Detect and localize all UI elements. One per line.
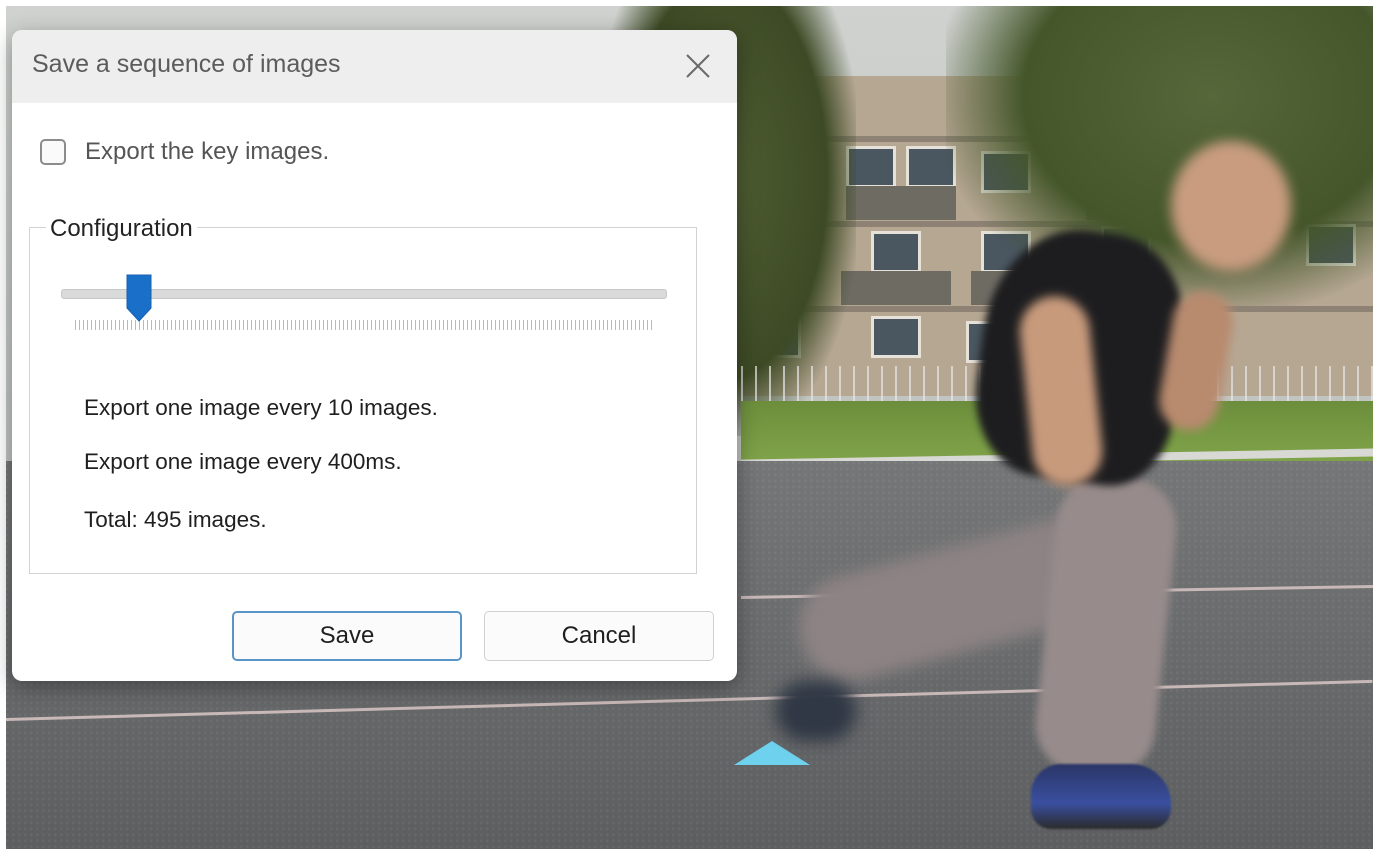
runner [776,681,856,741]
save-button[interactable]: Save [232,611,462,661]
interval-slider[interactable] [61,272,667,332]
slider-thumb[interactable] [126,274,152,324]
slider-ticks [75,320,653,330]
interval-time-text: Export one image every 400ms. [84,449,402,474]
interval-images-text: Export one image every 10 images. [84,395,438,420]
cancel-button[interactable]: Cancel [484,611,714,661]
configuration-legend: Configuration [46,215,197,243]
marker-cone [734,741,810,765]
save-sequence-dialog: Save a sequence of images Export the key… [12,30,737,681]
dialog-titlebar: Save a sequence of images [12,30,737,103]
total-images-text: Total: 495 images. [84,507,267,532]
close-icon [686,54,710,78]
runner-shoe [1031,764,1171,829]
close-button[interactable] [675,44,721,88]
export-key-images-checkbox[interactable] [40,139,66,165]
export-key-images-option[interactable]: Export the key images. [40,138,329,166]
dialog-title: Save a sequence of images [32,50,341,78]
export-key-images-label: Export the key images. [85,138,330,165]
runner [1171,141,1291,271]
